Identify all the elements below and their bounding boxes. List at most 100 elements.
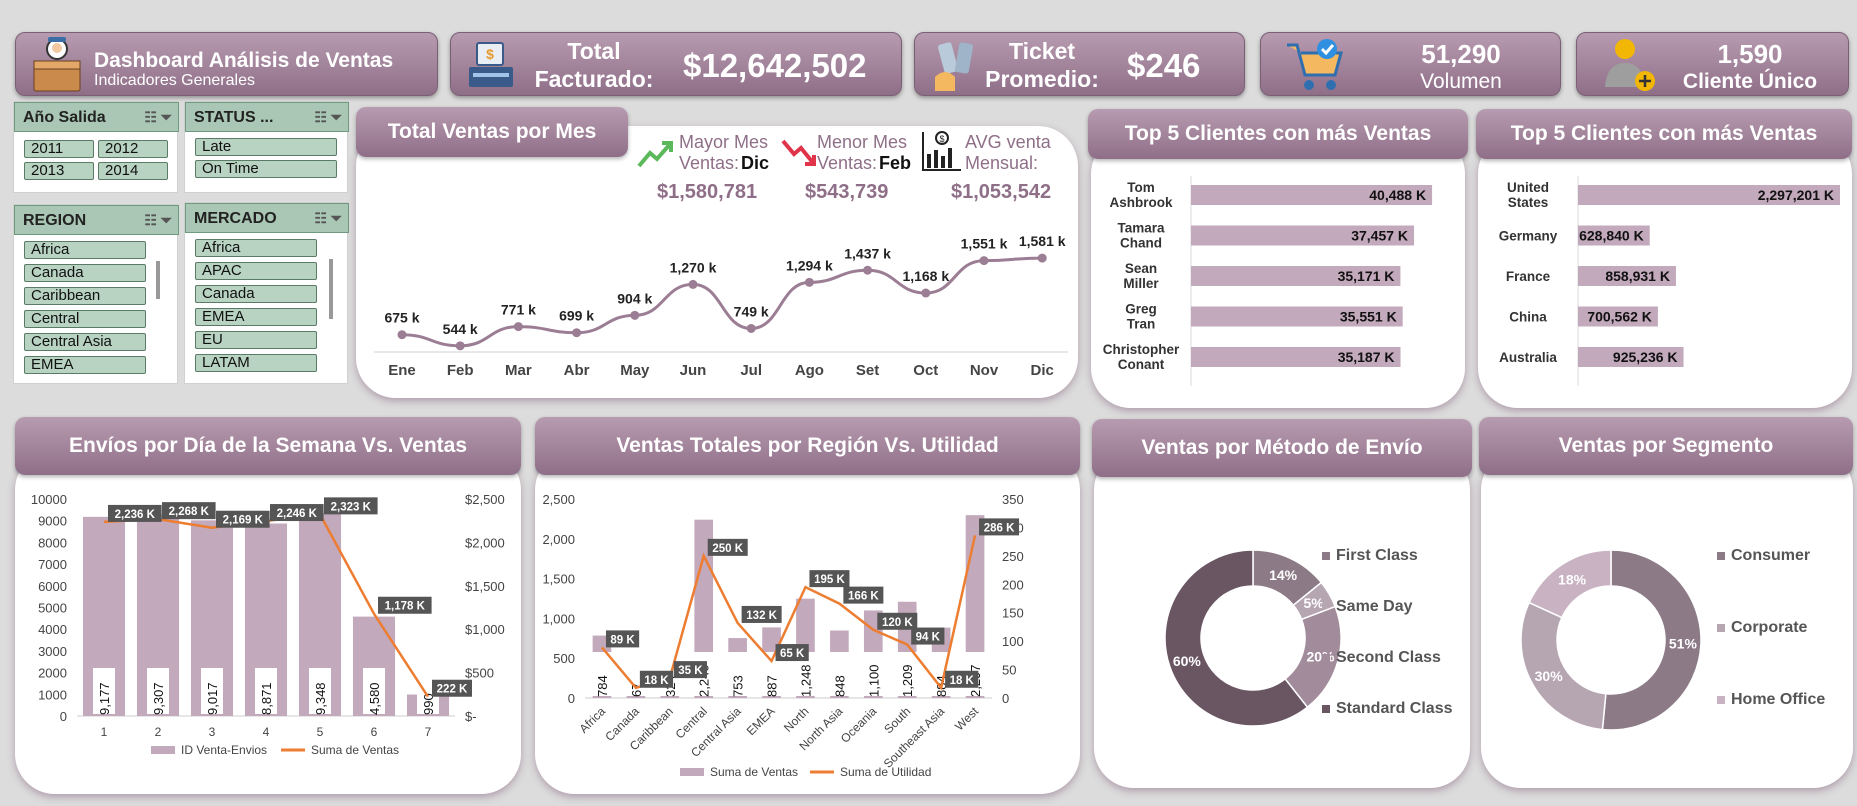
data-point xyxy=(572,328,582,338)
bar-data-label: 784 xyxy=(595,675,610,697)
x-tick-label: South xyxy=(881,704,913,736)
data-label: 858,931 K xyxy=(1605,268,1670,284)
svg-text:$: $ xyxy=(486,46,494,62)
kpi-cliente-value: 1,590 xyxy=(1717,39,1783,69)
y2-tick-label: 50 xyxy=(1002,663,1016,678)
line-data-label: 2,236 K xyxy=(115,509,156,521)
slicer-item[interactable]: Canada xyxy=(24,264,146,282)
line-data-label: 89 K xyxy=(610,634,635,646)
slicer-mercado-header: MERCADO ☷ ⏷ xyxy=(185,203,349,233)
y2-tick-label: 0 xyxy=(1002,691,1009,706)
filter-icon[interactable]: ☷ ⏷ xyxy=(314,210,342,227)
legend-label: Corporate xyxy=(1731,619,1808,636)
y-tick-label: 6000 xyxy=(38,579,67,594)
data-point xyxy=(863,265,873,275)
slicer-item[interactable]: Canada xyxy=(195,285,317,303)
slicer-scrollbar[interactable] xyxy=(156,261,160,299)
x-tick-label: Jul xyxy=(740,362,762,379)
mayor-mes-line2: Ventas: xyxy=(679,153,740,173)
x-tick-label: Southeast Asia xyxy=(881,704,948,771)
x-tick-label: Nov xyxy=(970,362,999,379)
x-tick-label: West xyxy=(952,704,982,734)
slicer-region-header: REGION ☷ ⏷ xyxy=(14,205,179,235)
category-label: Sean xyxy=(1125,261,1157,276)
data-label: 628,840 K xyxy=(1579,228,1644,244)
slicer-item[interactable]: 2012 xyxy=(98,140,168,158)
region-title: Ventas Totales por Región Vs. Utilidad xyxy=(535,417,1080,475)
slicer-scrollbar[interactable] xyxy=(329,259,333,319)
category-label: Tamara xyxy=(1117,221,1165,236)
y2-tick-label: 100 xyxy=(1002,634,1024,649)
line-data-label: 2,246 K xyxy=(277,508,318,520)
x-tick-label: May xyxy=(620,362,650,379)
x-tick-label: EMEA xyxy=(744,704,778,738)
dashboard-title: Dashboard Análisis de Ventas xyxy=(94,49,394,72)
kpi-ticket-value: $246 xyxy=(1127,47,1201,84)
slicer-anio-header: Año Salida ☷ ⏷ xyxy=(14,102,179,132)
category-label: China xyxy=(1509,310,1547,325)
slicer-item[interactable]: LATAM xyxy=(195,354,317,372)
weekday-title: Envíos por Día de la Semana Vs. Ventas xyxy=(15,417,521,475)
filter-icon[interactable]: ☷ ⏷ xyxy=(314,109,342,126)
data-label: 925,236 K xyxy=(1613,349,1678,365)
line-data-label: 132 K xyxy=(746,610,777,622)
x-tick-label: 4 xyxy=(263,725,270,739)
slicer-item[interactable]: APAC xyxy=(195,262,317,280)
slicer-mercado-title: MERCADO xyxy=(194,210,277,227)
bar-data-label: 4,580 xyxy=(367,682,382,715)
data-label: 35,187 K xyxy=(1338,349,1395,365)
y-tick-label: 8000 xyxy=(38,535,67,550)
category-label: Tran xyxy=(1127,317,1156,332)
x-tick-label: 7 xyxy=(425,725,432,739)
slicer-item[interactable]: 2011 xyxy=(24,140,94,158)
cash-register-icon: $ xyxy=(463,39,519,96)
line-data-label: 65 K xyxy=(780,648,805,660)
data-label: 1,270 k xyxy=(670,259,717,275)
line-data-label: 2,323 K xyxy=(331,501,372,513)
slicer-item[interactable]: Africa xyxy=(195,239,317,257)
bar-data-label: 1,209 xyxy=(900,664,915,697)
series-line xyxy=(601,535,977,691)
line-data-label: 286 K xyxy=(984,522,1015,534)
slicer-item[interactable]: On Time xyxy=(195,160,337,178)
slicer-item[interactable]: 2013 xyxy=(24,162,94,180)
slicer-item[interactable]: 2014 xyxy=(98,162,168,180)
top-clients-title: Top 5 Clientes con más Ventas xyxy=(1088,109,1468,159)
y-tick-label: 500 xyxy=(553,651,575,666)
slicer-region: REGION ☷ ⏷ Africa Canada Caribbean Centr… xyxy=(13,204,179,384)
line-data-label: 35 K xyxy=(678,665,703,677)
x-tick-label: Ene xyxy=(388,362,416,379)
menor-mes-label: Menor Mes Ventas: Feb xyxy=(817,132,911,174)
filter-icon[interactable]: ☷ ⏷ xyxy=(144,109,172,126)
svg-text:$: $ xyxy=(939,134,944,144)
slicer-item[interactable]: Central xyxy=(24,310,146,328)
filter-icon[interactable]: ☷ ⏷ xyxy=(144,212,172,229)
slicer-item[interactable]: Africa xyxy=(24,241,146,259)
kpi-ticket-label-line1: Ticket xyxy=(1008,38,1076,64)
slicer-item[interactable]: EMEA xyxy=(24,356,146,374)
data-label: 1,581 k xyxy=(1019,233,1066,249)
slicer-status-title: STATUS ... xyxy=(194,109,274,126)
kpi-total-label-line2: Facturado: xyxy=(534,66,654,92)
slicer-item[interactable]: EU xyxy=(195,331,317,349)
legend-swatch xyxy=(1717,624,1725,632)
line-data-label: 250 K xyxy=(712,543,743,555)
slicer-item[interactable]: EMEA xyxy=(195,308,317,326)
y-tick-label: 10000 xyxy=(31,492,67,507)
kpi-volumen-label: Volumen xyxy=(1420,70,1502,93)
monthly-sales-title: Total Ventas por Mes xyxy=(356,107,628,157)
x-tick-label: Mar xyxy=(505,362,532,379)
y-tick-label: 0 xyxy=(568,691,575,706)
data-point xyxy=(746,323,756,333)
x-tick-label: Oct xyxy=(913,362,938,379)
slice-label: 20% xyxy=(1306,649,1335,665)
category-label: Christopher xyxy=(1103,342,1180,357)
slicer-item[interactable]: Central Asia xyxy=(24,333,146,351)
x-tick-label: Dic xyxy=(1031,362,1054,379)
legend-label: Second Class xyxy=(1336,649,1441,666)
slicer-item[interactable]: Caribbean xyxy=(24,287,146,305)
category-label: Tom xyxy=(1127,180,1155,195)
slicer-item[interactable]: Late xyxy=(195,138,337,156)
data-label: 544 k xyxy=(443,321,478,337)
x-tick-label: Ago xyxy=(795,362,824,379)
